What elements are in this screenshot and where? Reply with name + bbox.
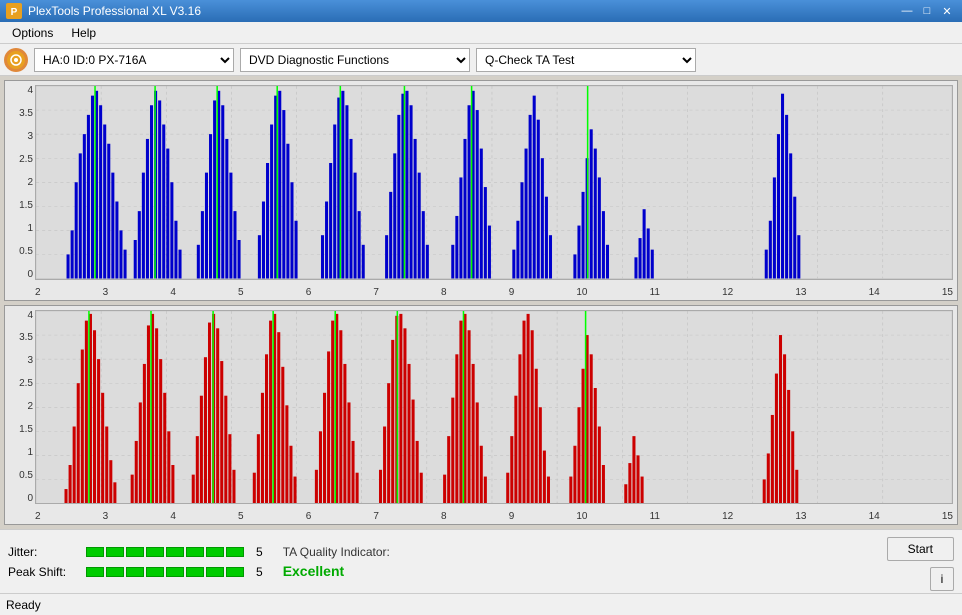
jitter-bar-6	[186, 547, 204, 557]
peak-shift-bar-3	[126, 567, 144, 577]
status-bar: Ready	[0, 593, 962, 615]
peak-shift-bars	[86, 567, 244, 577]
title-bar: P PlexTools Professional XL V3.16 — □ ✕	[0, 0, 962, 22]
peak-shift-bar-8	[226, 567, 244, 577]
jitter-bar-2	[106, 547, 124, 557]
function-select[interactable]: DVD Diagnostic Functions	[240, 48, 470, 72]
jitter-bar-4	[146, 547, 164, 557]
peak-shift-bar-4	[146, 567, 164, 577]
main-content: 4 3.5 3 2.5 2 1.5 1 0.5 0	[0, 76, 962, 529]
test-select[interactable]: Q-Check TA Test	[476, 48, 696, 72]
top-chart-area	[35, 85, 953, 280]
device-select[interactable]: HA:0 ID:0 PX-716A	[34, 48, 234, 72]
peak-shift-bar-5	[166, 567, 184, 577]
right-buttons: Start i	[887, 533, 954, 591]
bottom-chart-x-labels: 2 3 4 5 6 7 8 9 10 11 12 13 14 15	[35, 511, 953, 522]
peak-shift-row: Peak Shift: 5	[8, 565, 263, 579]
minimize-button[interactable]: —	[898, 3, 916, 19]
peak-shift-value: 5	[256, 565, 263, 579]
quality-label: TA Quality Indicator:	[283, 545, 390, 559]
app-icon: P	[6, 3, 22, 19]
top-chart: 4 3.5 3 2.5 2 1.5 1 0.5 0	[4, 80, 958, 301]
jitter-bar-1	[86, 547, 104, 557]
top-chart-x-labels: 2 3 4 5 6 7 8 9 10 11 12 13 14 15	[35, 287, 953, 298]
start-button[interactable]: Start	[887, 537, 954, 561]
quality-section: TA Quality Indicator: Excellent	[283, 545, 390, 579]
svg-text:P: P	[11, 7, 18, 18]
jitter-bar-3	[126, 547, 144, 557]
maximize-button[interactable]: □	[918, 3, 936, 19]
window-controls: — □ ✕	[898, 3, 956, 19]
jitter-bars	[86, 547, 244, 557]
jitter-value: 5	[256, 545, 263, 559]
quality-value: Excellent	[283, 563, 344, 579]
top-chart-y-labels: 4 3.5 3 2.5 2 1.5 1 0.5 0	[5, 85, 35, 280]
bottom-chart-y-labels: 4 3.5 3 2.5 2 1.5 1 0.5 0	[5, 310, 35, 505]
bottom-chart: 4 3.5 3 2.5 2 1.5 1 0.5 0	[4, 305, 958, 526]
device-icon	[4, 48, 28, 72]
peak-shift-bar-6	[186, 567, 204, 577]
status-text: Ready	[6, 598, 41, 612]
info-button[interactable]: i	[930, 567, 954, 591]
jitter-label: Jitter:	[8, 545, 78, 559]
jitter-bar-5	[166, 547, 184, 557]
peak-shift-label: Peak Shift:	[8, 565, 78, 579]
menu-options[interactable]: Options	[4, 24, 61, 42]
peak-shift-bar-7	[206, 567, 224, 577]
peak-shift-bar-2	[106, 567, 124, 577]
bottom-chart-area	[35, 310, 953, 505]
jitter-row: Jitter: 5	[8, 545, 263, 559]
menu-bar: Options Help	[0, 22, 962, 44]
jitter-bar-7	[206, 547, 224, 557]
app-title: PlexTools Professional XL V3.16	[28, 4, 201, 18]
bottom-panel: Jitter: 5 Peak Shift:	[0, 529, 962, 593]
metrics-section: Jitter: 5 Peak Shift:	[8, 545, 263, 579]
close-button[interactable]: ✕	[938, 3, 956, 19]
peak-shift-bar-1	[86, 567, 104, 577]
jitter-bar-8	[226, 547, 244, 557]
menu-help[interactable]: Help	[63, 24, 104, 42]
toolbar: HA:0 ID:0 PX-716A DVD Diagnostic Functio…	[0, 44, 962, 76]
